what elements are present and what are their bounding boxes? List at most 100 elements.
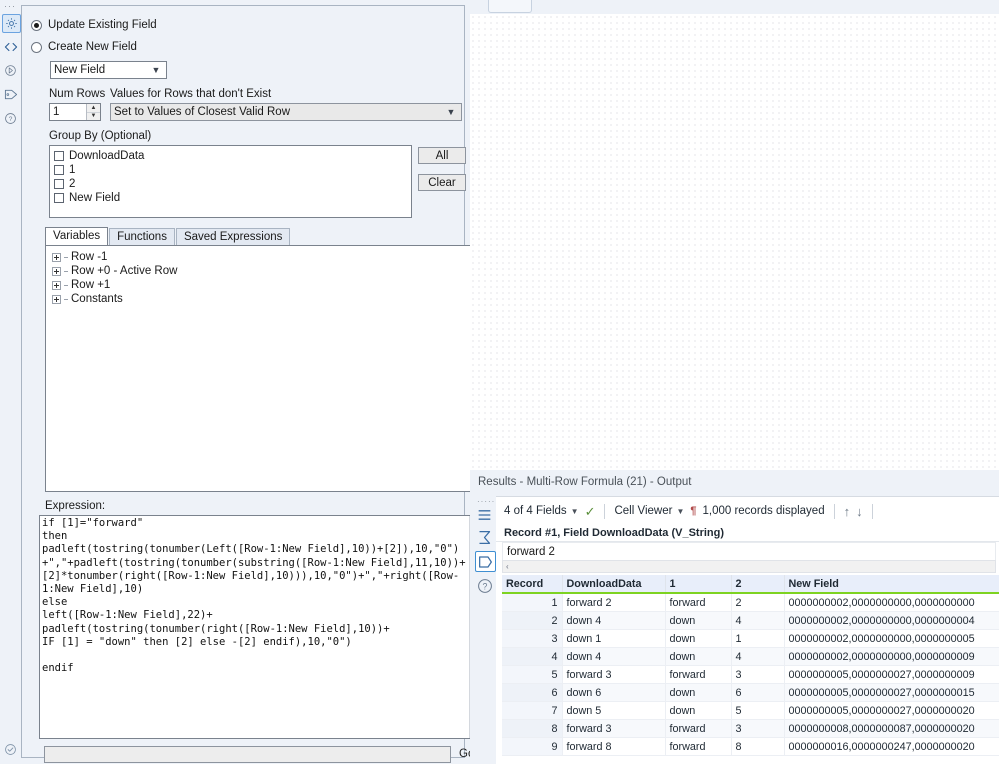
expand-icon[interactable]: [52, 252, 61, 262]
chevron-down-icon: ▼: [570, 506, 579, 516]
sum-icon[interactable]: [475, 528, 494, 547]
cell-record: 3: [502, 629, 563, 648]
cell-downloaddata: down 4: [562, 611, 666, 630]
column-header-2[interactable]: 2: [731, 575, 785, 594]
cell-1: forward: [665, 665, 732, 684]
rail-drag-handle[interactable]: ···: [4, 2, 16, 11]
group-by-item[interactable]: 2: [54, 177, 411, 191]
chevron-down-icon: ▼: [676, 506, 685, 516]
table-row[interactable]: 1 forward 2 forward 2 0000000002,0000000…: [502, 593, 999, 612]
cell-2: 3: [731, 665, 785, 684]
values-for-missing-rows-select[interactable]: Set to Values of Closest Valid Row ▼: [110, 103, 462, 121]
workflow-canvas[interactable]: 1,000 29.2KB 1,000 75.1KB 1,000 117KB 1 …: [470, 0, 999, 470]
table-row[interactable]: 7 down 5 down 5 0000000005,0000000027,00…: [502, 701, 999, 720]
column-header-new-field[interactable]: New Field: [784, 575, 999, 594]
all-button[interactable]: All: [418, 147, 466, 164]
tree-item-label: Constants: [71, 293, 123, 305]
check-icon[interactable]: ✓: [585, 505, 596, 518]
messages-icon[interactable]: [475, 505, 494, 524]
cell-new-field: 0000000002,0000000000,0000000004: [784, 611, 999, 630]
cell-2: 4: [731, 611, 785, 630]
expand-icon[interactable]: [52, 294, 61, 304]
table-row[interactable]: 6 down 6 down 6 0000000005,0000000027,00…: [502, 683, 999, 702]
gear-icon[interactable]: [2, 14, 21, 33]
arrow-down-icon[interactable]: ↓: [856, 504, 863, 519]
code-icon[interactable]: [2, 38, 19, 55]
tab-saved-expressions[interactable]: Saved Expressions: [175, 228, 291, 245]
toolbar-divider: [833, 503, 835, 519]
num-rows-stepper[interactable]: 1 ▲ ▼: [49, 103, 101, 121]
arrow-up-icon[interactable]: ↑: [844, 504, 851, 519]
cell-record: 1: [502, 593, 563, 612]
expression-editor[interactable]: if [1]="forward" then padleft(tostring(t…: [39, 515, 476, 739]
values-select-value: Set to Values of Closest Valid Row: [114, 106, 290, 118]
column-header-downloaddata[interactable]: DownloadData: [562, 575, 666, 594]
cell-viewer-value[interactable]: forward 2: [502, 542, 996, 560]
cell-new-field: 0000000005,0000000027,0000000015: [784, 683, 999, 702]
stepper-up-icon[interactable]: ▲: [87, 104, 100, 113]
tree-item-row-active[interactable]: Row +0 - Active Row: [52, 264, 474, 278]
canvas-tab-stub[interactable]: [488, 0, 532, 13]
cell-1: forward: [665, 719, 732, 738]
cell-record: 6: [502, 683, 563, 702]
checkbox[interactable]: [54, 151, 64, 161]
tree-item-row-plus-1[interactable]: Row +1: [52, 278, 474, 292]
tree-dash: [64, 298, 68, 300]
group-by-list[interactable]: DownloadData 1 2 New Field: [49, 145, 412, 218]
tab-functions[interactable]: Functions: [109, 228, 175, 245]
column-header-1[interactable]: 1: [665, 575, 732, 594]
expand-icon[interactable]: [52, 266, 61, 276]
tag-icon[interactable]: [2, 86, 19, 103]
table-row[interactable]: 9 forward 8 forward 8 0000000016,0000000…: [502, 737, 999, 756]
help-icon[interactable]: ?: [475, 576, 494, 595]
variables-tree[interactable]: Row -1 Row +0 - Active Row Row +1 Consta…: [45, 245, 475, 492]
num-rows-label: Num Rows: [49, 88, 106, 100]
clear-button[interactable]: Clear: [418, 174, 466, 191]
results-table[interactable]: Record DownloadData 1 2 New Field 1 forw…: [502, 575, 999, 756]
stepper-buttons[interactable]: ▲ ▼: [86, 104, 100, 120]
checkbox[interactable]: [54, 193, 64, 203]
help-icon[interactable]: ?: [2, 110, 19, 127]
fields-selector[interactable]: 4 of 4 Fields ▼: [504, 505, 579, 517]
tab-variables[interactable]: Variables: [45, 227, 109, 245]
cell-downloaddata: forward 3: [562, 719, 666, 738]
check-circle-icon[interactable]: [2, 741, 19, 758]
tree-item-row-minus-1[interactable]: Row -1: [52, 250, 474, 264]
checkbox[interactable]: [54, 165, 64, 175]
cell-record: 2: [502, 611, 563, 630]
cell-2: 6: [731, 683, 785, 702]
canvas-grid[interactable]: [470, 14, 999, 470]
cell-viewer-scrollbar[interactable]: ‹: [502, 560, 996, 573]
cell-1: forward: [665, 737, 732, 756]
radio-create-new-field[interactable]: Create New Field: [31, 41, 137, 53]
group-by-item-label: 2: [69, 178, 76, 190]
cell-viewer-selector[interactable]: Cell Viewer ▼: [614, 505, 684, 517]
run-icon[interactable]: [2, 62, 19, 79]
pilcrow-icon[interactable]: ¶: [690, 505, 696, 517]
column-header-record[interactable]: Record: [502, 575, 563, 594]
cell-downloaddata: down 1: [562, 629, 666, 648]
table-row[interactable]: 3 down 1 down 1 0000000002,0000000000,00…: [502, 629, 999, 648]
group-by-item[interactable]: DownloadData: [54, 149, 411, 163]
data-icon[interactable]: [475, 551, 496, 572]
radio-create-label: Create New Field: [48, 41, 137, 53]
table-row[interactable]: 2 down 4 down 4 0000000002,0000000000,00…: [502, 611, 999, 630]
table-row[interactable]: 8 forward 3 forward 3 0000000008,0000000…: [502, 719, 999, 738]
stepper-down-icon[interactable]: ▼: [87, 113, 100, 121]
radio-update-existing-field[interactable]: Update Existing Field: [31, 19, 157, 31]
field-select[interactable]: New Field ▼: [50, 61, 167, 79]
expand-icon[interactable]: [52, 280, 61, 290]
cell-1: down: [665, 629, 732, 648]
tree-item-constants[interactable]: Constants: [52, 292, 474, 306]
group-by-item[interactable]: 1: [54, 163, 411, 177]
table-row[interactable]: 4 down 4 down 4 0000000002,0000000000,00…: [502, 647, 999, 666]
radio-update-label: Update Existing Field: [48, 19, 157, 31]
results-pane: Results - Multi-Row Formula (21) - Outpu…: [470, 470, 999, 764]
table-row[interactable]: 5 forward 3 forward 3 0000000005,0000000…: [502, 665, 999, 684]
search-input[interactable]: [44, 746, 451, 763]
checkbox[interactable]: [54, 179, 64, 189]
tree-dash: [64, 270, 68, 272]
cell-1: down: [665, 647, 732, 666]
group-by-item[interactable]: New Field: [54, 191, 411, 205]
expression-tabs: Variables Functions Saved Expressions: [45, 227, 291, 245]
